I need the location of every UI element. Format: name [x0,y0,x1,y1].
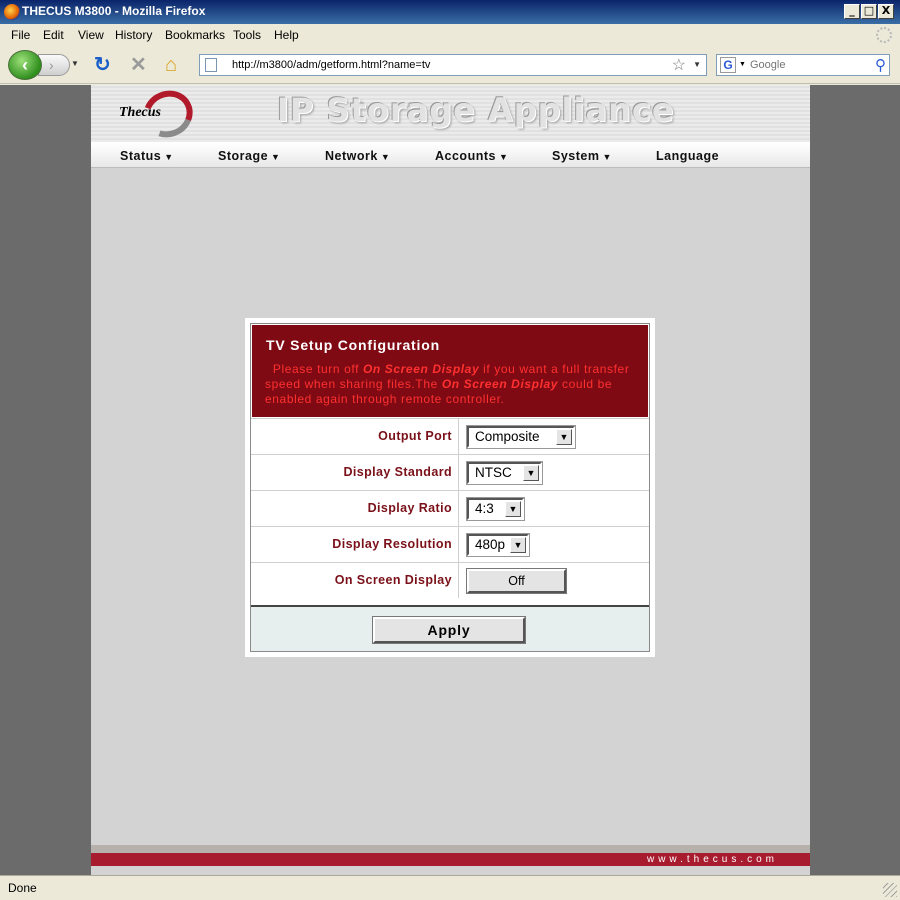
display-standard-select[interactable]: NTSC ▼ [466,461,543,485]
browser-content: Thecus IP Storage Appliance Status ▼ Stor… [0,82,900,875]
menu-tools[interactable]: Tools [233,28,261,42]
on-screen-display-label: On Screen Display [251,563,459,598]
display-resolution-value: 480p [475,537,506,552]
nav-accounts[interactable]: Accounts ▼ [435,149,508,163]
throbber-icon [876,27,892,43]
output-port-value: Composite [475,429,540,444]
display-ratio-row: Display Ratio 4:3 ▼ [251,490,649,526]
on-screen-display-toggle[interactable]: Off [466,568,567,594]
site-nav: Status ▼ Storage ▼ Network ▼ Accounts ▼ Syst… [91,142,810,168]
apply-button[interactable]: Apply [372,616,526,644]
display-ratio-select[interactable]: 4:3 ▼ [466,497,525,521]
url-dropdown-icon[interactable]: ▼ [693,60,701,69]
chevron-down-icon[interactable]: ▼ [510,537,526,553]
maximize-button[interactable]: □ [861,4,877,19]
chevron-down-icon: ▼ [380,152,391,162]
window-title: THECUS M3800 - Mozilla Firefox [22,4,206,18]
forward-button[interactable]: › [38,54,70,76]
chevron-down-icon: ▼ [164,152,174,162]
display-resolution-row: Display Resolution 480p ▼ [251,526,649,562]
dialog-title: TV Setup Configuration [266,337,440,353]
menu-help[interactable]: Help [274,28,299,42]
display-resolution-label: Display Resolution [251,527,459,562]
engine-dropdown-icon[interactable]: ▼ [739,61,746,68]
menu-edit[interactable]: Edit [43,28,64,42]
close-button[interactable]: X [878,4,894,19]
back-button[interactable]: ‹ [8,50,42,80]
url-bar[interactable]: http://m3800/adm/getform.html?name=tv ☆ … [199,54,707,76]
dialog-note: Please turn off On Screen Display if you… [265,362,630,406]
url-text[interactable]: http://m3800/adm/getform.html?name=tv [232,59,430,71]
menu-view[interactable]: View [78,28,104,42]
thecus-logo[interactable]: Thecus [117,82,201,146]
display-resolution-select[interactable]: 480p ▼ [466,533,530,557]
minimize-button[interactable]: _ [844,4,860,19]
footer-url[interactable]: www.thecus.com [647,853,778,866]
footer-bar [91,845,810,853]
page-icon [205,58,217,72]
menu-file[interactable]: File [11,28,30,42]
chevron-down-icon: ▼ [602,152,612,162]
google-engine-icon[interactable]: G [720,57,736,73]
nav-network[interactable]: Network ▼ [325,149,390,163]
forward-icon: › [49,57,54,73]
nav-storage[interactable]: Storage ▼ [218,149,280,163]
nav-system[interactable]: System ▼ [552,149,612,163]
back-icon: ‹ [22,55,28,75]
banner-title: IP Storage Appliance [277,91,675,129]
firefox-icon [4,4,20,20]
home-icon[interactable]: ⌂ [165,55,177,75]
search-input[interactable] [750,57,860,73]
output-port-row: Output Port Composite ▼ [251,418,649,454]
menu-bar: File Edit View History Bookmarks Tools H… [0,24,900,46]
reload-icon[interactable]: ↻ [94,55,111,75]
resize-grip-icon[interactable] [883,883,897,897]
bookmark-star-icon[interactable]: ☆ [672,55,686,75]
menu-history[interactable]: History [115,28,152,42]
search-icon[interactable]: ⚲ [875,56,886,74]
display-ratio-value: 4:3 [475,501,494,516]
output-port-label: Output Port [251,419,459,454]
dialog-header: TV Setup Configuration Please turn off O… [252,325,648,417]
display-ratio-label: Display Ratio [251,491,459,526]
search-bar[interactable]: G ▼ ⚲ [716,54,890,76]
apply-row: Apply [251,605,649,651]
footer-link-bar: www.thecus.com [91,853,810,866]
logo-text: Thecus [119,105,161,120]
display-standard-value: NTSC [475,465,512,480]
stop-icon[interactable]: ✕ [130,55,147,75]
site-banner: Thecus IP Storage Appliance [91,82,810,146]
tv-setup-dialog: TV Setup Configuration Please turn off O… [245,318,655,657]
menu-bookmarks[interactable]: Bookmarks [165,28,225,42]
navigation-toolbar: › ‹ ▼ ↻ ✕ ⌂ http://m3800/adm/getform.htm… [0,46,900,84]
nav-status[interactable]: Status ▼ [120,149,174,163]
window-titlebar: THECUS M3800 - Mozilla Firefox _ □ X [0,0,900,24]
chevron-down-icon: ▼ [271,152,281,162]
nav-language[interactable]: Language [656,149,719,163]
display-standard-row: Display Standard NTSC ▼ [251,454,649,490]
display-standard-label: Display Standard [251,455,459,490]
page: Thecus IP Storage Appliance Status ▼ Stor… [91,82,810,875]
tv-setup-panel: TV Setup Configuration Please turn off O… [250,323,650,652]
status-text: Done [8,881,37,895]
history-dropdown-icon[interactable]: ▼ [71,59,79,68]
status-bar: Done [0,875,900,900]
on-screen-display-row: On Screen Display Off [251,562,649,605]
chevron-down-icon: ▼ [498,152,509,162]
chevron-down-icon[interactable]: ▼ [523,465,539,481]
chevron-down-icon[interactable]: ▼ [505,501,521,517]
chevron-down-icon[interactable]: ▼ [556,429,572,445]
output-port-select[interactable]: Composite ▼ [466,425,576,449]
